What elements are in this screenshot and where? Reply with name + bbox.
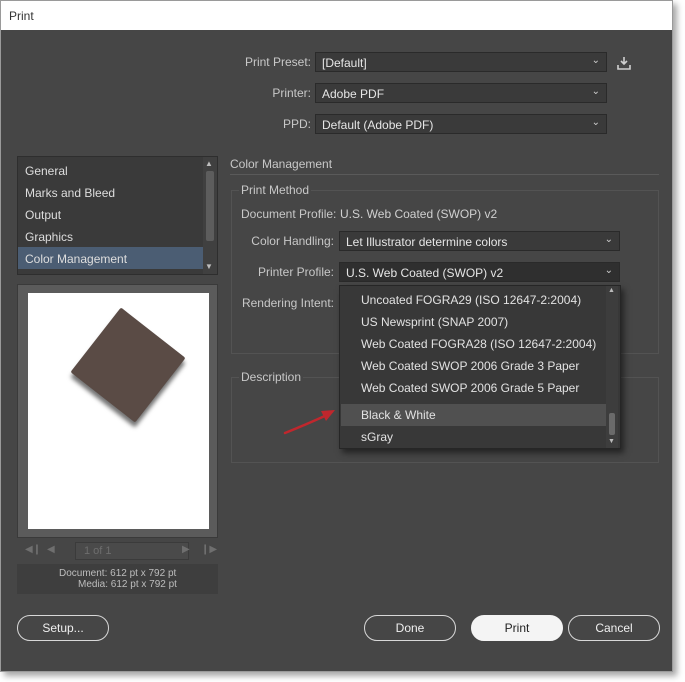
first-page-icon[interactable]: ◀❙ (25, 544, 41, 555)
ppd-label: PPD: (282, 117, 311, 131)
color-handling-label: Color Handling: (251, 234, 334, 248)
sidebar-item-label: Color Management (25, 252, 128, 266)
sidebar-item-label: Graphics (25, 230, 74, 244)
media-size: Media: 612 pt x 792 pt (78, 579, 177, 590)
chevron-down-icon: ⌄ (591, 117, 600, 128)
print-dialog: Print Print Preset: [Default] ⌄ Printer:… (0, 0, 673, 672)
printer-label: Printer: (272, 86, 311, 100)
previous-page-icon[interactable]: ◀ (47, 544, 55, 555)
chevron-down-icon: ⌄ (604, 265, 613, 276)
dropdown-option[interactable]: sGray (341, 426, 606, 448)
option-label: Uncoated FOGRA29 (ISO 12647-2:2004) (361, 293, 582, 307)
section-title: Color Management (230, 157, 333, 171)
title-bar: Print (1, 1, 672, 30)
sidebar-scrollbar[interactable]: ▲ ▼ (203, 157, 217, 274)
option-label: Web Coated SWOP 2006 Grade 5 Paper (361, 381, 580, 395)
option-label: Web Coated SWOP 2006 Grade 3 Paper (361, 359, 580, 373)
sidebar-item-general[interactable]: General (18, 159, 204, 181)
window-title: Print (9, 9, 34, 23)
scrollbar-thumb[interactable] (206, 171, 214, 241)
cancel-button[interactable]: Cancel (568, 615, 660, 641)
document-info: Document: 612 pt x 792 pt Media: 612 pt … (17, 564, 218, 594)
option-label: Web Coated FOGRA28 (ISO 12647-2:2004) (361, 337, 597, 351)
document-size: Document: 612 pt x 792 pt (59, 568, 177, 579)
scrollbar-thumb[interactable] (609, 413, 615, 435)
scroll-up-icon[interactable]: ▲ (205, 159, 213, 168)
next-page-icon[interactable]: ▶ (182, 544, 190, 555)
print-preset-label: Print Preset: (244, 55, 311, 69)
dropdown-option[interactable]: Web Coated FOGRA28 (ISO 12647-2:2004) (341, 333, 606, 355)
print-button[interactable]: Print (471, 615, 563, 641)
scroll-up-icon[interactable]: ▲ (608, 287, 615, 294)
sidebar-item-label: Marks and Bleed (25, 186, 116, 200)
sidebar-item-marks-and-bleed[interactable]: Marks and Bleed (18, 181, 204, 203)
page-indicator: 1 of 1 (84, 545, 112, 557)
done-button[interactable]: Done (364, 615, 456, 641)
option-label: Black & White (361, 408, 436, 422)
color-handling-select[interactable]: Let Illustrator determine colors ⌄ (339, 231, 620, 251)
option-label: US Newsprint (SNAP 2007) (361, 315, 509, 329)
print-preview (17, 284, 218, 538)
dropdown-option[interactable]: Web Coated SWOP 2006 Grade 5 Paper (341, 377, 606, 399)
chevron-down-icon: ⌄ (604, 234, 613, 245)
dropdown-option[interactable]: US Newsprint (SNAP 2007) (341, 311, 606, 333)
option-label: sGray (361, 430, 394, 444)
setup-button[interactable]: Setup... (17, 615, 109, 641)
document-profile-value: U.S. Web Coated (SWOP) v2 (340, 207, 498, 221)
chevron-down-icon: ⌄ (591, 86, 600, 97)
printer-select[interactable]: Adobe PDF ⌄ (315, 83, 607, 103)
color-handling-value: Let Illustrator determine colors (346, 235, 508, 249)
preview-page (28, 293, 209, 529)
printer-profile-value: U.S. Web Coated (SWOP) v2 (346, 266, 504, 280)
page-number-field[interactable]: 1 of 1 (75, 542, 189, 560)
print-preset-select[interactable]: [Default] ⌄ (315, 52, 607, 72)
printer-profile-select[interactable]: U.S. Web Coated (SWOP) v2 ⌄ (339, 262, 620, 282)
last-page-icon[interactable]: ❙▶ (201, 544, 217, 555)
ppd-select[interactable]: Default (Adobe PDF) ⌄ (315, 114, 607, 134)
document-profile-label: Document Profile: (241, 207, 337, 221)
dropdown-scrollbar[interactable]: ▲ ▼ (606, 286, 618, 448)
category-list[interactable]: General Marks and Bleed Output Graphics … (17, 156, 218, 275)
rendering-intent-label: Rendering Intent: (241, 296, 334, 310)
annotation-arrow-icon (283, 410, 335, 435)
sidebar-item-graphics[interactable]: Graphics (18, 225, 204, 247)
artwork-shape (70, 307, 186, 423)
section-divider (230, 174, 659, 175)
ppd-value: Default (Adobe PDF) (322, 118, 434, 132)
page-navigator: ◀❙ ◀ 1 of 1 ▶ ❙▶ (17, 540, 218, 562)
print-preset-value: [Default] (322, 56, 367, 70)
print-method-title: Print Method (239, 183, 312, 197)
dropdown-option[interactable]: Web Coated SWOP 2006 Grade 3 Paper (341, 355, 606, 377)
dropdown-option-highlighted[interactable]: Black & White (341, 404, 606, 426)
dropdown-option[interactable]: Uncoated FOGRA29 (ISO 12647-2:2004) (341, 289, 606, 311)
sidebar-item-label: Output (25, 208, 62, 222)
chevron-down-icon: ⌄ (591, 55, 600, 66)
description-title: Description (239, 370, 304, 384)
sidebar-item-output[interactable]: Output (18, 203, 204, 225)
scroll-down-icon[interactable]: ▼ (205, 262, 213, 271)
sidebar-item-label: General (25, 164, 68, 178)
printer-profile-label: Printer Profile: (257, 265, 334, 279)
scroll-down-icon[interactable]: ▼ (608, 438, 615, 445)
sidebar-item-color-management[interactable]: Color Management (18, 247, 204, 269)
download-icon[interactable] (616, 55, 632, 71)
printer-value: Adobe PDF (322, 87, 385, 101)
printer-profile-dropdown[interactable]: Uncoated FOGRA29 (ISO 12647-2:2004) US N… (339, 285, 621, 449)
